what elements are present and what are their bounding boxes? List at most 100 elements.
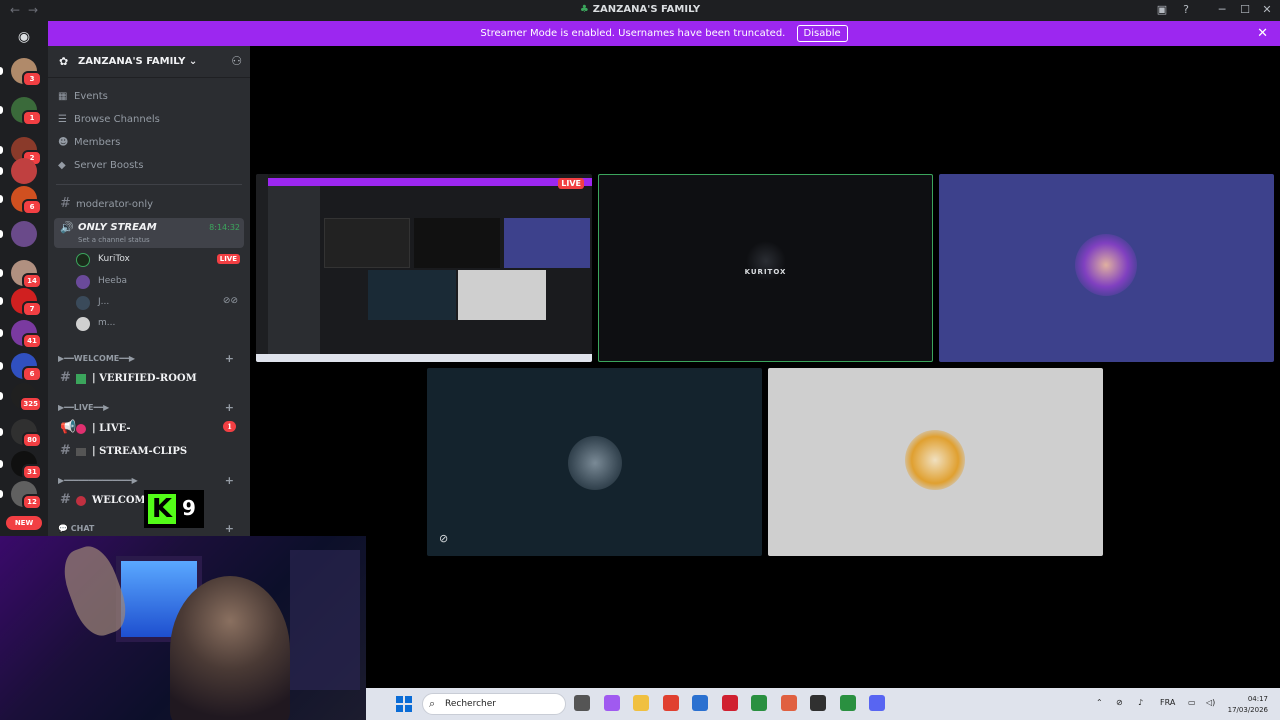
channel-verified-room[interactable]: # | VERIFIED-ROOM bbox=[60, 370, 246, 385]
chevron-up-icon[interactable]: ⌃ bbox=[1096, 698, 1103, 707]
monitor-icon[interactable]: ▭ bbox=[1188, 698, 1196, 707]
category-welcome[interactable]: ▶━━WELCOME━━▶ + bbox=[58, 352, 246, 365]
server-icon[interactable]: 14 bbox=[11, 260, 42, 289]
network-off-icon[interactable]: ⊘ bbox=[1116, 698, 1123, 707]
rose-icon bbox=[76, 495, 86, 506]
server-icon[interactable]: 325 bbox=[11, 383, 42, 412]
server-header[interactable]: ✿ ZANZANA'S FAMILY ⌄ ⚇ bbox=[48, 46, 250, 78]
stream-tile-m[interactable] bbox=[768, 368, 1103, 556]
muted-deafened-icon: ⊘⊘ bbox=[222, 296, 238, 306]
avatar bbox=[76, 317, 90, 331]
channel-status[interactable]: Set a channel status bbox=[78, 236, 150, 244]
server-icon[interactable]: 41 bbox=[11, 320, 42, 349]
channel-sidebar: ✿ ZANZANA'S FAMILY ⌄ ⚇ ▦ Events ☰ Browse C… bbox=[48, 46, 250, 536]
voice-user[interactable]: J... ⊘⊘ bbox=[76, 293, 244, 313]
channel-moderator-only[interactable]: # moderator-only bbox=[60, 196, 246, 211]
chrome-2-icon[interactable] bbox=[751, 695, 767, 711]
server-icon[interactable]: 80 bbox=[11, 419, 42, 448]
voice-user[interactable]: m... bbox=[76, 314, 244, 334]
unread-badge: 41 bbox=[22, 333, 42, 349]
language-indicator[interactable]: FRA bbox=[1160, 698, 1175, 707]
unread-pip bbox=[0, 460, 3, 468]
channel-live[interactable]: 📢 | LIVE- 1 bbox=[60, 420, 246, 435]
unread-badge: 1 bbox=[22, 110, 42, 126]
add-channel-icon[interactable]: + bbox=[225, 522, 234, 535]
menu-server-boosts[interactable]: ◆ Server Boosts bbox=[58, 160, 143, 180]
server-icon[interactable]: 12 bbox=[11, 481, 42, 510]
chrome-3-icon[interactable] bbox=[780, 695, 797, 711]
server-icon[interactable]: 3 bbox=[11, 58, 42, 87]
category-divider[interactable]: ▶━━━━━━━━━━━━━━▶ + bbox=[58, 474, 246, 487]
channel-only-stream[interactable]: 🔊 ONLY STREAM 8:14:32 Set a channel stat… bbox=[54, 218, 244, 248]
server-name: ZANZANA'S FAMILY bbox=[78, 56, 186, 67]
divider bbox=[56, 184, 242, 185]
stream-tile-heeba[interactable] bbox=[939, 174, 1274, 362]
channel-name: ONLY STREAM bbox=[78, 222, 157, 233]
kick-logo: K bbox=[148, 494, 176, 524]
server-icon[interactable] bbox=[11, 158, 37, 184]
tree-icon: ♣ bbox=[579, 4, 589, 15]
channel-stream-clips[interactable]: # | STREAM-CLIPS bbox=[60, 443, 246, 458]
deafened-icon: ⊘ bbox=[439, 532, 449, 545]
announcement-icon: 📢 bbox=[60, 420, 77, 435]
folder-icon[interactable] bbox=[633, 695, 649, 711]
store-icon[interactable] bbox=[692, 695, 708, 711]
new-badge[interactable]: NEW bbox=[6, 516, 42, 530]
server-icon[interactable]: 7 bbox=[11, 288, 42, 317]
add-channel-icon[interactable]: + bbox=[225, 401, 234, 414]
unread-pip bbox=[0, 329, 3, 337]
inbox-icon[interactable]: ▣ bbox=[1155, 3, 1169, 17]
unread-pip bbox=[0, 428, 3, 436]
voice-user[interactable]: KuriTox LIVE bbox=[76, 250, 244, 270]
webcam-overlay bbox=[0, 536, 366, 720]
server-icon[interactable]: 6 bbox=[11, 186, 42, 215]
discord-icon[interactable] bbox=[869, 695, 885, 711]
unread-pip bbox=[0, 146, 3, 154]
help-icon[interactable]: ? bbox=[1179, 3, 1193, 17]
minimize-icon[interactable]: ─ bbox=[1215, 3, 1229, 17]
close-window-icon[interactable]: ✕ bbox=[1260, 3, 1274, 17]
invite-people-icon[interactable]: ⚇ bbox=[231, 54, 242, 68]
streamer-mode-banner: Streamer Mode is enabled. Usernames have… bbox=[48, 21, 1280, 46]
browse-channels-icon: ☰ bbox=[58, 114, 67, 125]
file-explorer-icon[interactable] bbox=[574, 695, 590, 711]
title-bar: ← → ♣ ZANZANA'S FAMILY ▣ ? ─ ☐ ✕ bbox=[0, 0, 1280, 21]
nested-tile bbox=[324, 218, 410, 268]
search-icon: ⌕ bbox=[429, 697, 436, 710]
close-banner-icon[interactable]: ✕ bbox=[1257, 21, 1268, 46]
server-icon[interactable]: 1 bbox=[11, 97, 42, 126]
volume-icon[interactable]: ◁) bbox=[1206, 698, 1215, 707]
disable-streamer-mode-button[interactable]: Disable bbox=[796, 25, 848, 42]
menu-members[interactable]: ☻ Members bbox=[58, 137, 120, 157]
check-icon bbox=[76, 373, 86, 384]
live-badge: LIVE bbox=[558, 178, 584, 189]
chrome-4-icon[interactable] bbox=[839, 695, 856, 711]
voice-user[interactable]: Heeba bbox=[76, 272, 244, 292]
search-placeholder: Rechercher bbox=[445, 699, 496, 709]
add-channel-icon[interactable]: + bbox=[225, 352, 234, 365]
taskbar-search[interactable]: ⌕ Rechercher bbox=[422, 693, 566, 715]
maximize-icon[interactable]: ☐ bbox=[1238, 3, 1252, 17]
discord-home-icon[interactable]: ◉ bbox=[14, 29, 34, 45]
category-live[interactable]: ▶━━LIVE━━▶ + bbox=[58, 401, 246, 414]
server-icon[interactable]: 6 bbox=[11, 353, 42, 382]
unread-pip bbox=[0, 195, 3, 203]
windows-start-icon[interactable] bbox=[396, 696, 412, 712]
add-channel-icon[interactable]: + bbox=[225, 474, 234, 487]
menu-events[interactable]: ▦ Events bbox=[58, 91, 108, 111]
chrome-icon[interactable] bbox=[662, 695, 679, 711]
server-icon[interactable] bbox=[11, 221, 37, 247]
menu-browse-channels[interactable]: ☰ Browse Channels bbox=[58, 114, 160, 134]
stream-tile-screenshare[interactable]: LIVE bbox=[256, 174, 592, 362]
copilot-icon[interactable] bbox=[603, 695, 620, 711]
unread-pip bbox=[0, 230, 3, 238]
nested-rail bbox=[256, 174, 268, 362]
obs-icon[interactable] bbox=[810, 695, 826, 711]
wps-icon[interactable] bbox=[721, 695, 738, 711]
taskbar-clock[interactable]: 04:17 17/03/2026 bbox=[1228, 694, 1268, 716]
stream-tile-kuritox[interactable]: KURITOX bbox=[598, 174, 933, 362]
stream-tile-j[interactable]: ⊘ bbox=[427, 368, 762, 556]
unread-badge: 80 bbox=[22, 432, 42, 448]
microphone-icon[interactable]: ♪ bbox=[1138, 698, 1143, 707]
server-icon[interactable]: 31 bbox=[11, 451, 42, 480]
